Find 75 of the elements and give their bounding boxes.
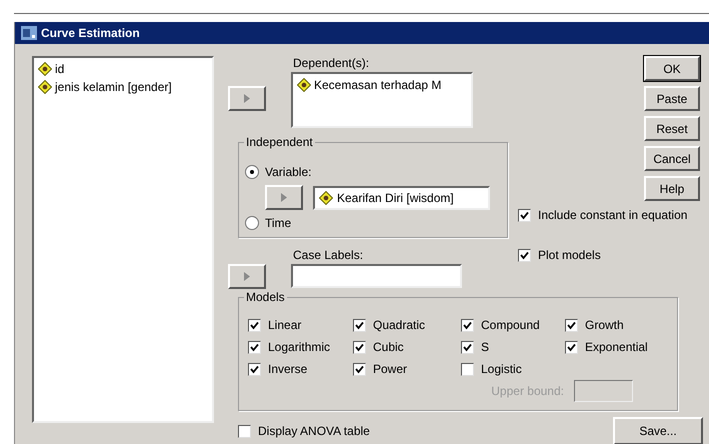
checkbox[interactable]	[461, 362, 474, 376]
variable-list[interactable]: id jenis kelamin [gender]	[32, 56, 214, 423]
variable-item[interactable]: id	[38, 60, 208, 78]
variable-item[interactable]: Kecemasan terhadap M	[297, 76, 467, 94]
checkbox-option[interactable]: Logarithmic	[248, 338, 353, 356]
checkbox-option[interactable]: Quadratic	[353, 316, 461, 334]
upper-bound-label: Upper bound:	[491, 384, 564, 398]
checkbox-option[interactable]: Display ANOVA table	[238, 422, 370, 440]
group-title: Independent	[244, 135, 315, 149]
checkmark-icon	[520, 250, 529, 260]
triangle-icon	[244, 94, 250, 103]
case-labels-field[interactable]	[291, 264, 462, 288]
checkbox[interactable]	[353, 318, 366, 332]
checkmark-icon	[250, 342, 259, 352]
checkbox[interactable]	[248, 318, 261, 332]
window-icon	[21, 26, 37, 40]
checkmark-icon	[567, 342, 576, 352]
dialog-button[interactable]: Cancel	[644, 146, 700, 171]
case-labels-label: Case Labels:	[293, 248, 364, 262]
checkbox[interactable]	[248, 362, 261, 376]
checkbox-option[interactable]: S	[461, 338, 565, 356]
checkbox[interactable]	[238, 424, 251, 438]
save-button[interactable]: Save...	[613, 417, 703, 444]
checkbox[interactable]	[565, 340, 578, 354]
checkmark-icon	[463, 320, 472, 330]
radio-option[interactable]: Time	[245, 214, 501, 232]
checkmark-icon	[250, 364, 259, 374]
checkbox[interactable]	[461, 318, 474, 332]
diamond-icon	[319, 190, 333, 204]
diamond-icon	[38, 62, 52, 76]
diamond-icon	[297, 78, 311, 92]
checkbox-option[interactable]: Inverse	[248, 360, 353, 378]
move-right-button[interactable]	[228, 264, 266, 289]
checkbox-option[interactable]: Logistic	[461, 360, 565, 378]
checkbox-option[interactable]: Plot models	[518, 246, 709, 264]
checkmark-icon	[250, 320, 259, 330]
dependent-list[interactable]: Kecemasan terhadap M	[291, 72, 473, 128]
variable-item[interactable]: jenis kelamin [gender]	[38, 78, 208, 96]
dialog-button[interactable]: Reset	[644, 116, 700, 141]
variable-field[interactable]: Kearifan Diri [wisdom]	[313, 186, 490, 210]
checkbox[interactable]	[353, 362, 366, 376]
checkbox[interactable]	[353, 340, 366, 354]
checkmark-icon	[567, 320, 576, 330]
group-title: Models	[244, 290, 287, 304]
triangle-icon	[244, 272, 250, 281]
checkbox-option[interactable]: Exponential	[565, 338, 675, 356]
checkmark-icon	[355, 320, 364, 330]
checkbox-option[interactable]: Power	[353, 360, 461, 378]
radio-button[interactable]	[245, 165, 259, 179]
checkbox[interactable]	[565, 318, 578, 332]
checkbox[interactable]	[461, 340, 474, 354]
dialog-button[interactable]: Help	[644, 176, 700, 201]
checkbox[interactable]	[518, 248, 531, 262]
dependent-label: Dependent(s):	[293, 56, 370, 70]
window-title: Curve Estimation	[41, 26, 140, 40]
checkbox-option[interactable]: Include constant in equation	[518, 206, 709, 224]
move-right-button[interactable]	[265, 185, 303, 210]
dialog-button[interactable]: Paste	[644, 86, 700, 111]
checkbox-option[interactable]: Compound	[461, 316, 565, 334]
checkbox[interactable]	[248, 340, 261, 354]
radio-option[interactable]: Variable:	[245, 163, 501, 181]
checkbox-option[interactable]: Cubic	[353, 338, 461, 356]
checkbox-option[interactable]: Linear	[248, 316, 353, 334]
checkmark-icon	[355, 342, 364, 352]
checkmark-icon	[520, 210, 529, 220]
diamond-icon	[38, 80, 52, 94]
checkmark-icon	[355, 364, 364, 374]
dialog-button[interactable]: OK	[644, 56, 700, 81]
checkbox[interactable]	[518, 208, 531, 222]
checkmark-icon	[463, 342, 472, 352]
checkbox-option[interactable]: Growth	[565, 316, 675, 334]
triangle-icon	[281, 193, 287, 202]
move-right-button[interactable]	[228, 86, 266, 111]
radio-button[interactable]	[245, 216, 259, 230]
upper-bound-field[interactable]	[574, 380, 633, 402]
